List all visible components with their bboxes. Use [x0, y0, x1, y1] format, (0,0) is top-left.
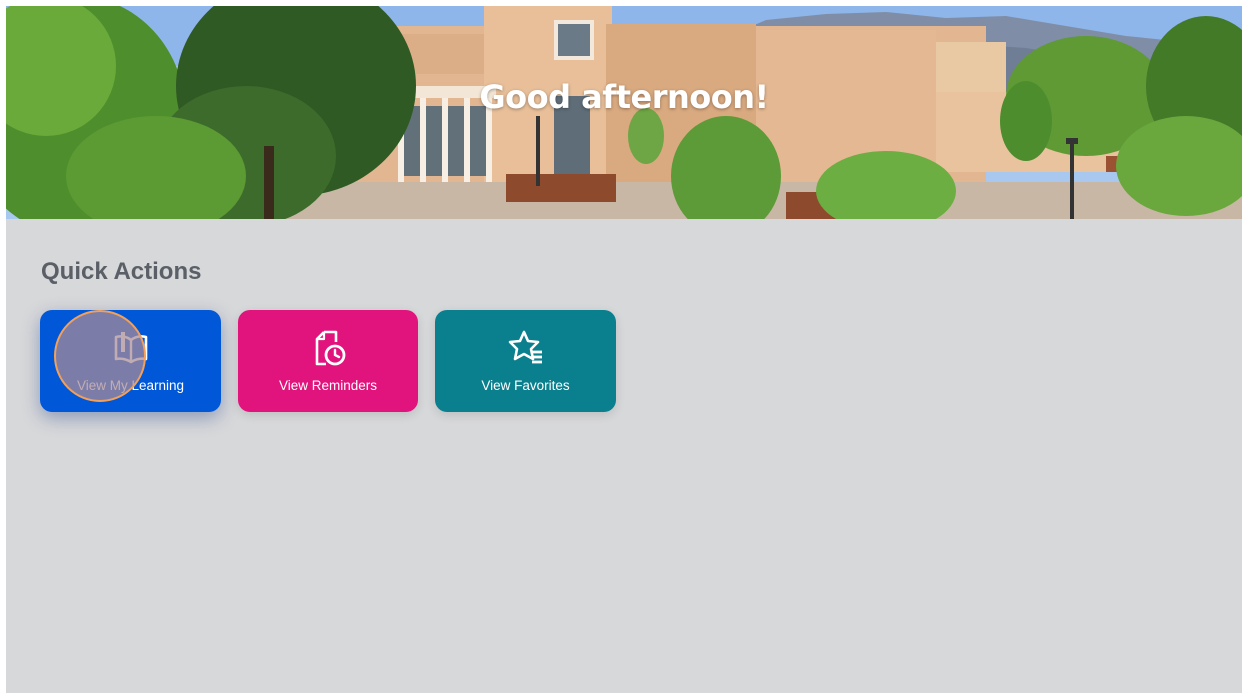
- view-my-learning-label: View My Learning: [76, 378, 185, 393]
- view-reminders-label: View Reminders: [278, 378, 378, 393]
- app-frame: Good afternoon! Quick Actions View My Le…: [6, 6, 1242, 693]
- star-list-icon: [508, 330, 542, 364]
- greeting-title: Good afternoon!: [479, 78, 769, 116]
- quick-actions-title: Quick Actions: [41, 258, 202, 285]
- view-my-learning-button[interactable]: View My Learning: [40, 310, 221, 412]
- view-reminders-button[interactable]: View Reminders: [238, 310, 418, 412]
- document-clock-icon: [315, 330, 346, 366]
- view-favorites-button[interactable]: View Favorites: [435, 310, 616, 412]
- hero-banner: Good afternoon!: [6, 6, 1242, 219]
- view-favorites-label: View Favorites: [481, 378, 570, 393]
- open-book-icon: [114, 332, 147, 364]
